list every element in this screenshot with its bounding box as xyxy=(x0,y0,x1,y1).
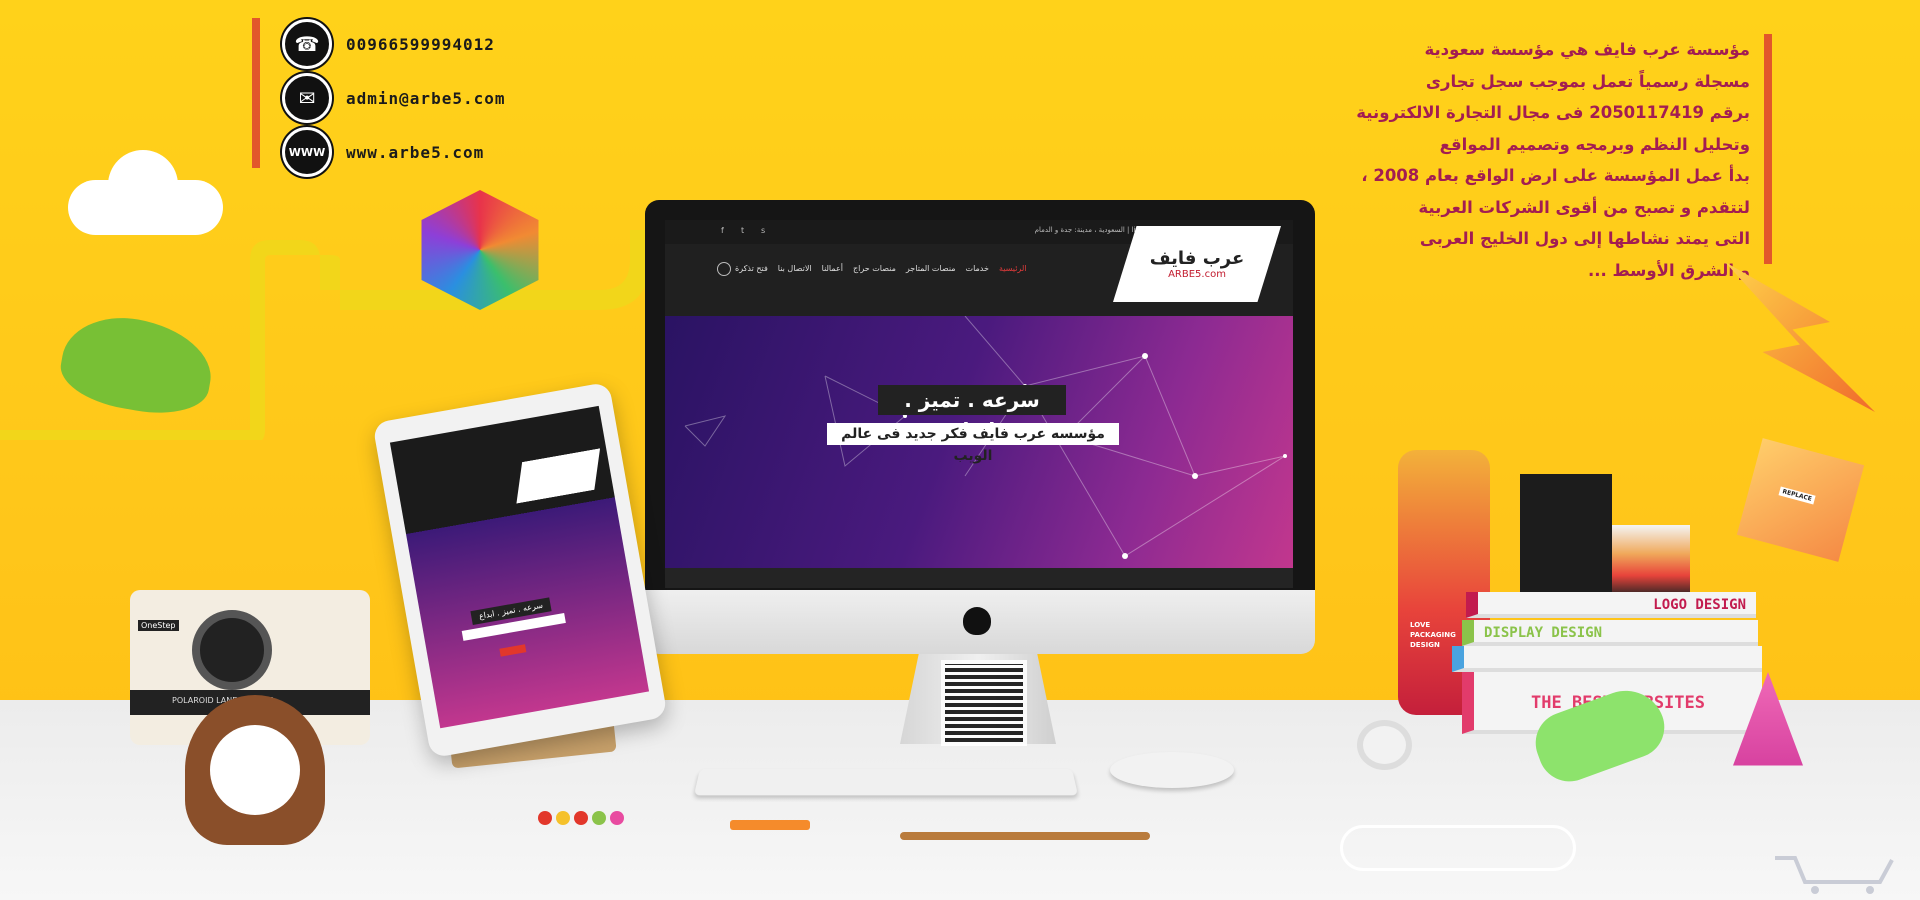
about-line: مؤسسة عرب فايف هي مؤسسة سعودية xyxy=(1424,40,1750,59)
about-line: لتتقدم و تصبح من أقوى الشركات العربية xyxy=(1418,197,1750,217)
facebook-icon[interactable]: f xyxy=(721,226,724,235)
nav-item-works[interactable]: أعمالنا xyxy=(822,264,843,273)
nav-item-ticket[interactable]: فتح تذكرة xyxy=(735,264,768,273)
preview-hero-title: سرعه . تميز . ابداع xyxy=(878,385,1066,442)
desktop-monitor: السعودية ، مدينة: جدة و الدمام | live:ar… xyxy=(645,200,1315,746)
website-preview: السعودية ، مدينة: جدة و الدمام | live:ar… xyxy=(665,220,1293,588)
nav-item-services[interactable]: خدمات xyxy=(966,264,989,273)
www-icon: WWW xyxy=(282,127,332,177)
note-label: REPLACE xyxy=(1778,486,1816,505)
tablet-preview: سرعه . تميز . ابداع xyxy=(389,405,650,729)
earphones-decoration xyxy=(1340,825,1576,871)
preview-nav: الرئيسية خدمات منصات المتاجر منصات حراج … xyxy=(735,264,1027,273)
tape-decoration xyxy=(1357,720,1412,770)
book-logo-design: LOGO DESIGN xyxy=(1466,592,1756,618)
about-line: بدأ عمل المؤسسة على ارض الواقع بعام 2008… xyxy=(1361,166,1750,185)
user-icon[interactable] xyxy=(717,262,731,276)
camera-brand: OneStep xyxy=(138,620,179,631)
sticky-note: REPLACE xyxy=(1736,438,1865,562)
box-decoration xyxy=(1520,474,1612,598)
logo-arabic: عرب فايف xyxy=(1149,248,1245,269)
phone-icon: ☎ xyxy=(282,19,332,69)
camera-lens xyxy=(192,610,272,690)
book-plain xyxy=(1452,646,1762,672)
about-line: مسجلة رسمياً تعمل بموجب سجل تجارى xyxy=(1425,71,1750,91)
about-line: التى يمتد نشاطها إلى دول الخليج العربى xyxy=(1419,229,1750,248)
nav-item-home[interactable]: الرئيسية xyxy=(999,264,1027,273)
contact-block: ☎ 00966599994012 ✉ admin@arbe5.com WWW w… xyxy=(252,18,560,177)
apple-logo-icon xyxy=(963,607,991,635)
cloud-decoration xyxy=(68,150,223,235)
hero-scene: ☎ 00966599994012 ✉ admin@arbe5.com WWW w… xyxy=(0,0,1920,900)
tablet-site-logo xyxy=(509,448,607,503)
qr-code[interactable] xyxy=(941,660,1027,746)
book-display-design: DISPLAY DESIGN xyxy=(1462,620,1758,646)
about-line: وتحليل النظم وبرمجه وتصميم المواقع xyxy=(1439,134,1750,154)
clock-decoration xyxy=(185,695,325,845)
nav-item-contact[interactable]: الاتصال بنا xyxy=(778,264,812,273)
nav-item-haraj[interactable]: منصات حراج xyxy=(853,264,896,273)
mail-icon: ✉ xyxy=(282,73,332,123)
pencil-decoration xyxy=(730,820,810,830)
about-line: و الشرق الأوسط ... xyxy=(1587,260,1750,280)
logo-english: ARBE5.com xyxy=(1168,269,1226,280)
site-logo[interactable]: عرب فايف ARBE5.com xyxy=(1113,226,1281,302)
cart-logo-icon xyxy=(1770,850,1900,895)
nav-item-stores[interactable]: منصات المتاجر xyxy=(906,264,956,273)
contact-phone-row[interactable]: ☎ 00966599994012 xyxy=(282,19,495,69)
twitter-icon[interactable]: t xyxy=(741,226,744,235)
mouse xyxy=(1110,752,1234,788)
about-block: مؤسسة عرب فايف هي مؤسسة سعودية مسجلة رسم… xyxy=(1312,34,1772,280)
contact-website[interactable]: www.arbe5.com xyxy=(346,143,484,162)
contact-website-row[interactable]: WWW www.arbe5.com xyxy=(282,127,484,177)
contact-phone[interactable]: 00966599994012 xyxy=(346,35,495,54)
brush-decoration xyxy=(900,832,1150,840)
lightning-bolt-icon xyxy=(1725,262,1875,412)
about-line: برقم 2050117419 فى مجال التجارة الالكترو… xyxy=(1356,103,1750,122)
keyboard xyxy=(693,769,1079,796)
preview-hero-subtitle: مؤسسه عرب فايف فكر جديد فى عالم الويب xyxy=(827,423,1119,464)
tablet-cta-button[interactable] xyxy=(499,644,527,657)
box-decoration xyxy=(1612,525,1690,597)
contact-email-row[interactable]: ✉ admin@arbe5.com xyxy=(282,73,506,123)
contact-email[interactable]: admin@arbe5.com xyxy=(346,89,506,108)
skype-icon[interactable]: s xyxy=(761,226,765,235)
beads-decoration xyxy=(538,810,668,835)
